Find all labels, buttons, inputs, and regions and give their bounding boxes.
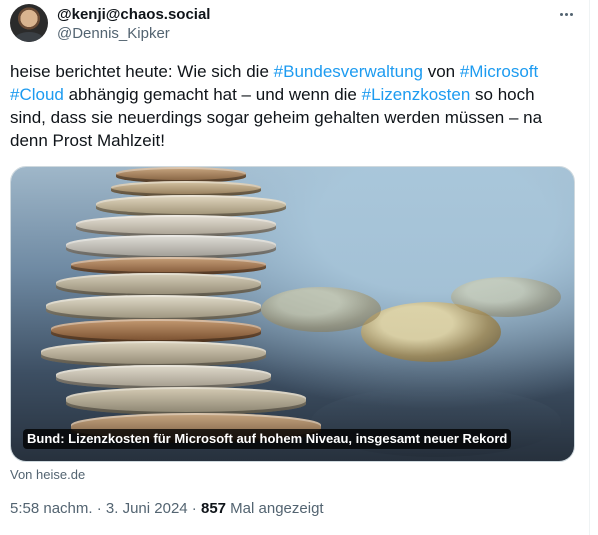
post-text: heise berichtet heute: Wie sich die #Bun… [10, 60, 575, 152]
author-handle[interactable]: @Dennis_Kipker [57, 25, 170, 42]
stack-coin [51, 319, 261, 343]
meta-separator: · [92, 500, 106, 517]
card-caption: Bund: Lizenzkosten für Microsoft auf hoh… [23, 429, 512, 449]
stack-coin [41, 341, 266, 367]
stack-coin [56, 273, 261, 297]
stack-coin [56, 365, 271, 389]
post: @kenji@chaos.social @Dennis_Kipker heise… [0, 0, 590, 535]
stack-coin [66, 387, 306, 415]
meta-separator: · [187, 500, 201, 517]
post-time[interactable]: 5:58 nachm. [10, 500, 93, 517]
link-card[interactable]: Bund: Lizenzkosten für Microsoft auf hoh… [10, 166, 575, 462]
post-date[interactable]: 3. Juni 2024 [106, 500, 188, 517]
post-text-segment: heise berichtet heute: Wie sich die [10, 62, 274, 81]
author-display-name[interactable]: @kenji@chaos.social [57, 6, 210, 23]
post-meta: 5:58 nachm. · 3. Juni 2024 · 857 Mal ang… [10, 500, 324, 517]
hashtag-bundesverwaltung[interactable]: #Bundesverwaltung [274, 62, 423, 81]
card-source[interactable]: Von heise.de [10, 467, 85, 482]
more-dot-icon [564, 12, 568, 16]
more-dot-icon [569, 12, 573, 16]
background-coin [451, 277, 561, 317]
hashtag-lizenzkosten[interactable]: #Lizenzkosten [362, 85, 471, 104]
avatar[interactable] [10, 4, 48, 42]
stack-coin [96, 195, 286, 217]
stack-coin [76, 215, 276, 237]
background-coin [261, 287, 381, 332]
post-text-segment: abhängig gemacht hat – und wenn die [63, 85, 362, 104]
more-dot-icon [559, 12, 563, 16]
avatar-shirt [14, 32, 44, 42]
stack-coin [66, 235, 276, 259]
post-text-segment: von [422, 62, 460, 81]
card-image-coins [11, 167, 574, 461]
views-count: 857 [200, 500, 227, 517]
hashtag-microsoft[interactable]: #Microsoft [460, 62, 538, 81]
more-options-button[interactable] [555, 4, 577, 24]
stack-coin [46, 295, 261, 321]
hashtag-cloud[interactable]: #Cloud [10, 85, 64, 104]
views-label: Mal angezeigt [226, 500, 324, 517]
